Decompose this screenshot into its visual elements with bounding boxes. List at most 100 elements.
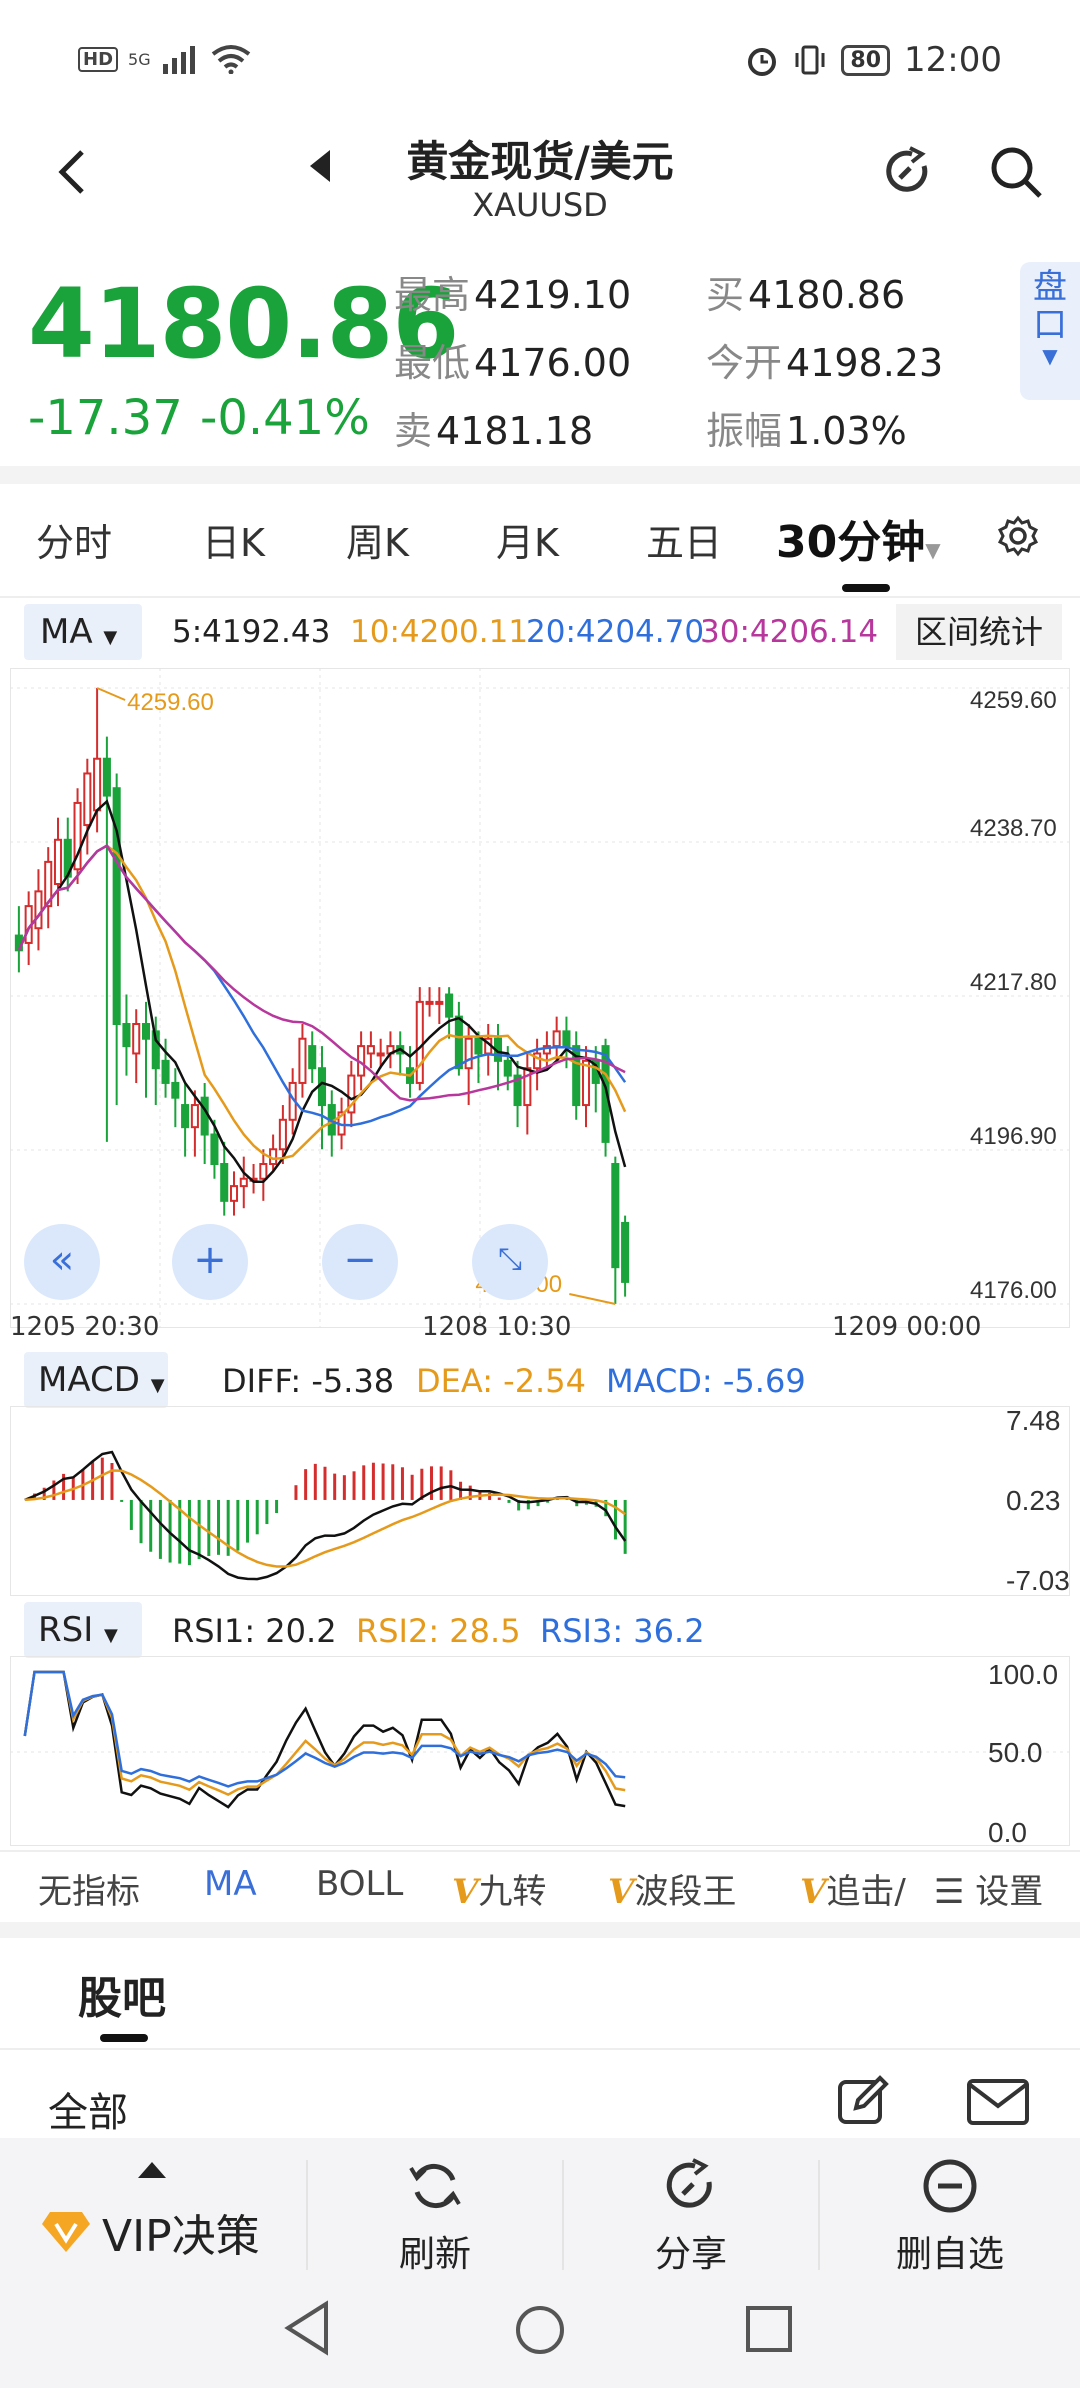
macd-selector[interactable]: MACD ▼ <box>24 1352 168 1408</box>
candle-body <box>445 993 454 1018</box>
remove-watchlist-button[interactable]: 删自选 <box>880 2156 1020 2277</box>
system-home-icon[interactable] <box>512 2302 568 2358</box>
macd-diff: DIFF: -5.38 <box>222 1362 395 1400</box>
ma30-value: 30:4206.14 <box>700 614 879 650</box>
indicator-none[interactable]: 无指标 <box>38 1864 140 1913</box>
candle-body <box>259 1163 268 1180</box>
message-icon[interactable] <box>966 2078 1030 2126</box>
high-annotation-line <box>96 687 126 701</box>
rsi-selector[interactable]: RSI ▼ <box>24 1602 142 1658</box>
y-tick-label: 4259.60 <box>970 687 1057 714</box>
candle-body <box>278 1118 287 1151</box>
indicator-boll[interactable]: BOLL <box>316 1864 403 1904</box>
settings-list-icon: ☰ <box>934 1872 965 1912</box>
share-button[interactable]: 分享 <box>630 2156 752 2277</box>
indicator-zhuiji[interactable]: V追击/ <box>800 1864 920 1913</box>
nav-divider <box>562 2160 564 2270</box>
macd-dea: DEA: -2.54 <box>416 1362 586 1400</box>
indicator-boduanwang[interactable]: V波段王 <box>608 1864 736 1913</box>
pankou-char-1: 盘 <box>1033 267 1067 307</box>
vip-v-icon: V <box>608 1872 635 1912</box>
forum-filter-all[interactable]: 全部 <box>48 2080 128 2138</box>
dropdown-icon: ▼ <box>925 538 941 562</box>
macd-value: MACD: -5.69 <box>606 1362 806 1400</box>
zoom-out-button[interactable]: − <box>322 1224 398 1300</box>
rsi3-line <box>23 1670 626 1788</box>
candle-body <box>366 1045 375 1055</box>
diamond-icon <box>42 2212 90 2252</box>
ma20-value: 20:4204.70 <box>526 614 705 650</box>
ma-selector[interactable]: MA ▼ <box>24 604 142 660</box>
ma10-value: 10:4200.11 <box>350 614 529 650</box>
candle-body <box>53 838 63 885</box>
candle-body <box>229 1185 239 1202</box>
macd-tick-label: 0.23 <box>1006 1485 1061 1516</box>
macd-tick-label: 7.48 <box>1006 1406 1061 1436</box>
edit-post-icon[interactable] <box>836 2074 890 2128</box>
section-divider <box>0 466 1080 484</box>
vip-decision-button[interactable]: VIP决策 <box>40 2200 260 2264</box>
alarm-icon <box>748 48 777 76</box>
expand-up-icon[interactable] <box>138 2162 166 2178</box>
system-back-icon[interactable] <box>282 2300 332 2356</box>
indicator-ma[interactable]: MA <box>204 1864 257 1904</box>
refresh-icon <box>409 2163 461 2209</box>
tab-five-day[interactable]: 五日 <box>646 512 722 567</box>
tab-timeshare[interactable]: 分时 <box>36 512 112 567</box>
high-annotation: 4259.60 <box>127 689 214 716</box>
nav-divider <box>818 2160 820 2270</box>
share-refresh-icon[interactable] <box>880 144 936 200</box>
candle-body <box>102 757 111 797</box>
macd-chart[interactable]: 7.48 0.23 -7.03 <box>10 1406 1070 1596</box>
tab-monthly-k[interactable]: 月K <box>496 512 559 567</box>
clock: 12:00 <box>904 40 1002 80</box>
y-tick-label: 4176.00 <box>970 1277 1057 1304</box>
expand-icon[interactable]: ⤡ <box>472 1224 548 1300</box>
candle-body <box>93 757 102 812</box>
candle-body <box>210 1133 219 1165</box>
tab-30min[interactable]: 30分钟▼ <box>776 506 941 570</box>
candle-body <box>220 1163 229 1202</box>
candle-body <box>190 1104 199 1129</box>
system-recents-icon[interactable] <box>744 2304 794 2354</box>
chart-border <box>10 668 1070 1328</box>
indicator-settings-button[interactable]: ☰ 设置 <box>928 1864 1044 1913</box>
order-book-button[interactable]: 盘 口 ▼ <box>1020 262 1080 400</box>
candle-body <box>611 1163 620 1269</box>
tab-daily-k[interactable]: 日K <box>202 512 265 567</box>
scroll-left-button[interactable]: « <box>24 1224 100 1300</box>
macd-tick-label: -7.03 <box>1006 1565 1070 1596</box>
candlestick-chart[interactable]: 4259.60 4176.00 4259.60 4238.70 4217.80 4196… <box>10 668 1070 1328</box>
candle-body <box>503 1059 512 1077</box>
forum-tab[interactable]: 股吧 <box>78 1962 166 2026</box>
candle-body <box>239 1177 248 1188</box>
forum-tab-indicator <box>100 2034 148 2042</box>
x-label-1: 1205 20:30 <box>10 1312 160 1342</box>
candle-body <box>83 772 92 827</box>
x-label-3: 1209 00:00 <box>832 1312 982 1342</box>
status-left: HD 5G <box>78 44 251 74</box>
price-change-pct: -0.41% <box>200 390 370 446</box>
indicator-jiuzhuan[interactable]: V九转 <box>452 1864 546 1913</box>
stat-amplitude: 振幅 1.03% <box>706 409 907 453</box>
candle-body <box>161 1059 170 1084</box>
refresh-button[interactable]: 刷新 <box>374 2156 496 2277</box>
candle-body <box>464 1037 473 1070</box>
search-icon[interactable] <box>988 144 1044 200</box>
rsi-chart[interactable]: 100.0 50.0 0.0 <box>10 1656 1070 1846</box>
rsi3-value: RSI3: 36.2 <box>540 1612 705 1650</box>
candle-body <box>308 1045 317 1070</box>
gear-icon[interactable] <box>996 514 1040 558</box>
y-tick-label: 4238.70 <box>970 815 1057 842</box>
candle-body <box>34 890 43 930</box>
stat-high: 最高 4219.10 <box>394 273 632 317</box>
tab-weekly-k[interactable]: 周K <box>346 512 409 567</box>
zoom-in-button[interactable]: + <box>172 1224 248 1300</box>
range-statistics-button[interactable]: 区间统计 <box>896 604 1062 660</box>
candle-body <box>122 1023 131 1048</box>
battery-indicator: 80 <box>841 44 891 76</box>
share-icon <box>666 2158 712 2208</box>
section-divider <box>0 1922 1080 1938</box>
stat-low: 最低 4176.00 <box>394 341 632 385</box>
nav-divider <box>306 2160 308 2270</box>
